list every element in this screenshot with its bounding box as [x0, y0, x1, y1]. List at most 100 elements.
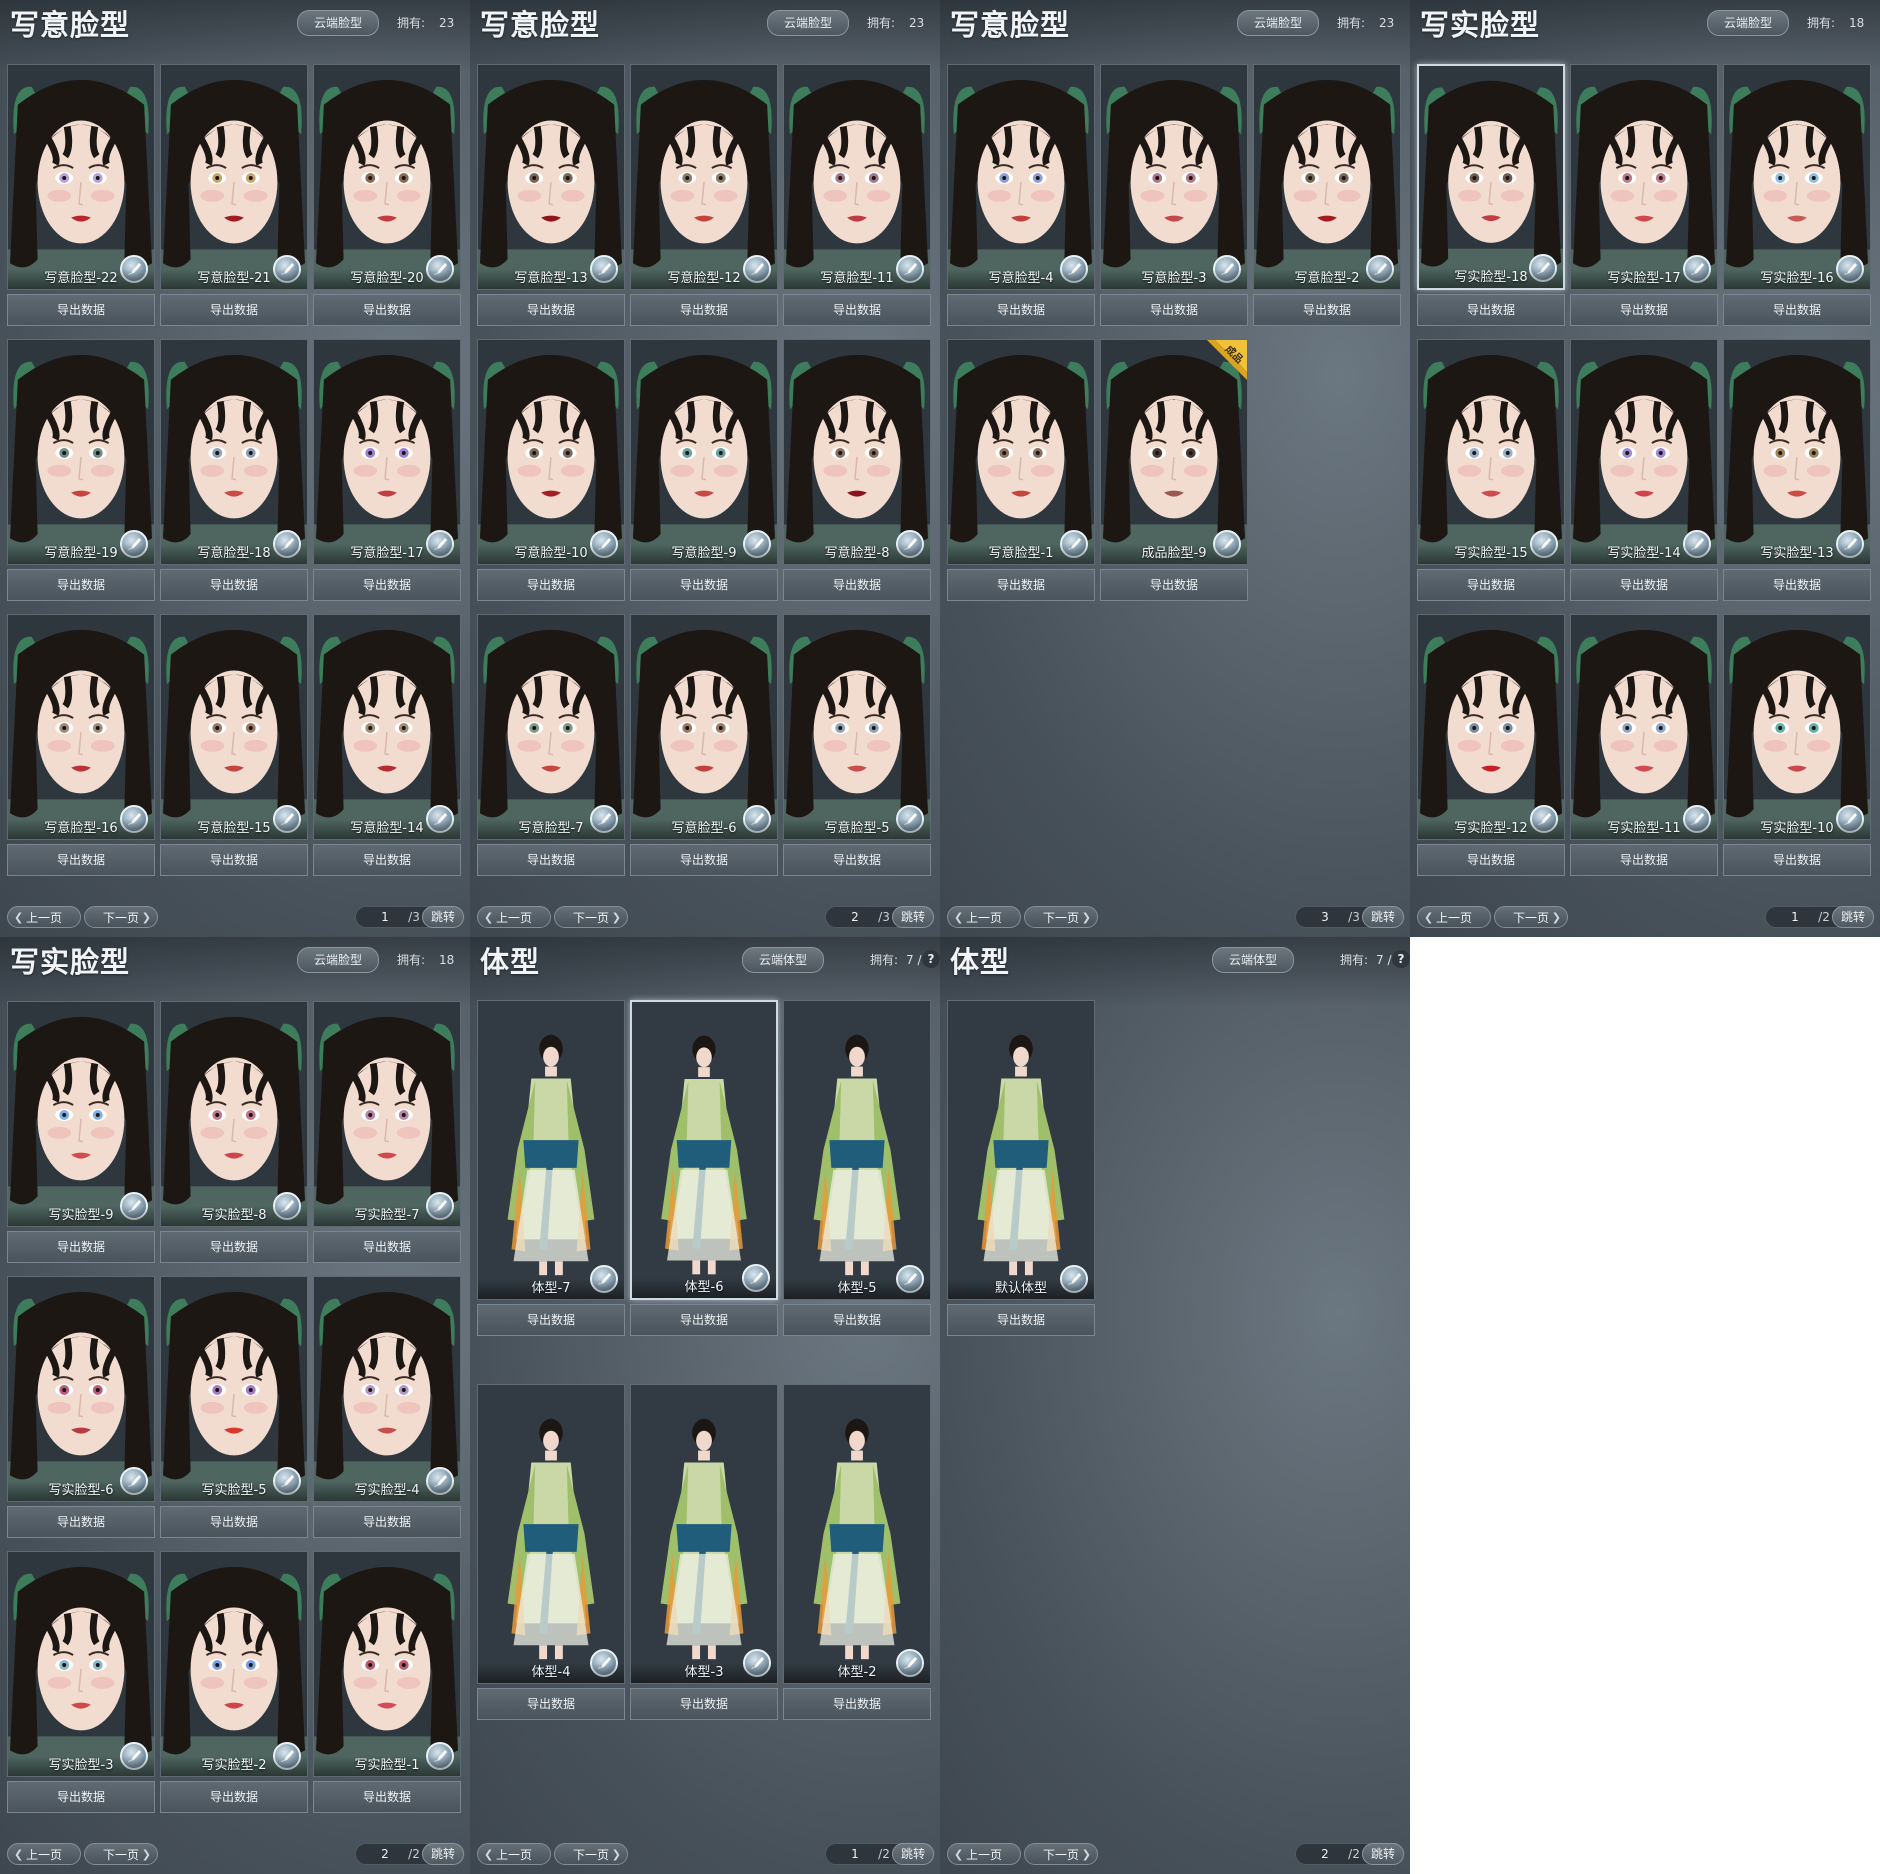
jump-button[interactable]: 跳转: [1362, 1843, 1404, 1865]
face-preset-card[interactable]: 写意脸型-10: [477, 339, 625, 565]
face-preset-card[interactable]: 写意脸型-17: [313, 339, 461, 565]
body-preset-card[interactable]: 体型-4: [477, 1384, 625, 1684]
export-data-button[interactable]: 导出数据: [7, 1781, 155, 1813]
next-page-button[interactable]: 下一页 ❯: [84, 1843, 158, 1865]
face-preset-card[interactable]: 写实脸型-15: [1417, 339, 1565, 565]
cloud-preset-button[interactable]: 云端脸型: [767, 10, 850, 36]
page-number-input[interactable]: 2: [836, 907, 874, 927]
prev-page-button[interactable]: ❮ 上一页: [947, 906, 1021, 928]
cloud-preset-button[interactable]: 云端脸型: [1707, 10, 1790, 36]
cloud-preset-button[interactable]: 云端脸型: [297, 947, 380, 973]
face-preset-card[interactable]: 写实脸型-7: [313, 1001, 461, 1227]
export-data-button[interactable]: 导出数据: [7, 294, 155, 326]
export-data-button[interactable]: 导出数据: [1100, 569, 1248, 601]
jump-button[interactable]: 跳转: [422, 1843, 464, 1865]
cloud-preset-button[interactable]: 云端体型: [1212, 947, 1295, 973]
export-data-button[interactable]: 导出数据: [313, 294, 461, 326]
export-data-button[interactable]: 导出数据: [477, 1688, 625, 1720]
export-data-button[interactable]: 导出数据: [1253, 294, 1401, 326]
face-preset-card[interactable]: 写意脸型-18: [160, 339, 308, 565]
help-icon[interactable]: ?: [1392, 950, 1410, 968]
face-preset-card[interactable]: 写意脸型-14: [313, 614, 461, 840]
face-preset-card[interactable]: 写实脸型-2: [160, 1551, 308, 1777]
face-preset-card[interactable]: 写实脸型-12: [1417, 614, 1565, 840]
face-preset-card[interactable]: 写实脸型-5: [160, 1276, 308, 1502]
face-preset-card[interactable]: 写实脸型-8: [160, 1001, 308, 1227]
cloud-preset-button[interactable]: 云端体型: [742, 947, 825, 973]
jump-button[interactable]: 跳转: [1832, 906, 1874, 928]
body-preset-card[interactable]: 体型-3: [630, 1384, 778, 1684]
face-preset-card[interactable]: 写意脸型-3: [1100, 64, 1248, 290]
page-number-input[interactable]: 2: [1306, 1844, 1344, 1864]
face-preset-card[interactable]: 写实脸型-11: [1570, 614, 1718, 840]
face-preset-card[interactable]: 写意脸型-13: [477, 64, 625, 290]
face-preset-card[interactable]: 写实脸型-3: [7, 1551, 155, 1777]
export-data-button[interactable]: 导出数据: [1100, 294, 1248, 326]
page-number-input[interactable]: 3: [1306, 907, 1344, 927]
export-data-button[interactable]: 导出数据: [160, 1231, 308, 1263]
face-preset-card[interactable]: 写实脸型-6: [7, 1276, 155, 1502]
export-data-button[interactable]: 导出数据: [783, 569, 931, 601]
face-preset-card[interactable]: 写意脸型-11: [783, 64, 931, 290]
export-data-button[interactable]: 导出数据: [947, 1304, 1095, 1336]
prev-page-button[interactable]: ❮ 上一页: [7, 1843, 81, 1865]
export-data-button[interactable]: 导出数据: [947, 569, 1095, 601]
face-preset-card[interactable]: 写意脸型-8: [783, 339, 931, 565]
body-preset-card[interactable]: 体型-6: [630, 1000, 778, 1300]
export-data-button[interactable]: 导出数据: [783, 1304, 931, 1336]
prev-page-button[interactable]: ❮ 上一页: [947, 1843, 1021, 1865]
face-preset-card[interactable]: 写实脸型-14: [1570, 339, 1718, 565]
body-preset-card[interactable]: 默认体型: [947, 1000, 1095, 1300]
help-icon[interactable]: ?: [922, 950, 940, 968]
export-data-button[interactable]: 导出数据: [477, 844, 625, 876]
prev-page-button[interactable]: ❮ 上一页: [7, 906, 81, 928]
export-data-button[interactable]: 导出数据: [1570, 844, 1718, 876]
export-data-button[interactable]: 导出数据: [1570, 569, 1718, 601]
next-page-button[interactable]: 下一页 ❯: [1494, 906, 1568, 928]
export-data-button[interactable]: 导出数据: [630, 1304, 778, 1336]
prev-page-button[interactable]: ❮ 上一页: [477, 1843, 551, 1865]
export-data-button[interactable]: 导出数据: [1417, 294, 1565, 326]
face-preset-card[interactable]: 写实脸型-1: [313, 1551, 461, 1777]
export-data-button[interactable]: 导出数据: [160, 844, 308, 876]
export-data-button[interactable]: 导出数据: [313, 1231, 461, 1263]
jump-button[interactable]: 跳转: [1362, 906, 1404, 928]
face-preset-card[interactable]: 写意脸型-20: [313, 64, 461, 290]
export-data-button[interactable]: 导出数据: [1723, 294, 1871, 326]
face-preset-card[interactable]: 写实脸型-17: [1570, 64, 1718, 290]
face-preset-card[interactable]: 写实脸型-13: [1723, 339, 1871, 565]
export-data-button[interactable]: 导出数据: [477, 569, 625, 601]
export-data-button[interactable]: 导出数据: [783, 844, 931, 876]
body-preset-card[interactable]: 体型-5: [783, 1000, 931, 1300]
face-preset-card[interactable]: 写实脸型-4: [313, 1276, 461, 1502]
export-data-button[interactable]: 导出数据: [7, 1506, 155, 1538]
face-preset-card[interactable]: 写意脸型-19: [7, 339, 155, 565]
face-preset-card[interactable]: 写实脸型-10: [1723, 614, 1871, 840]
page-number-input[interactable]: 2: [366, 1844, 404, 1864]
export-data-button[interactable]: 导出数据: [160, 1506, 308, 1538]
face-preset-card[interactable]: 写意脸型-2: [1253, 64, 1401, 290]
face-preset-card[interactable]: 写实脸型-9: [7, 1001, 155, 1227]
face-preset-card[interactable]: 写意脸型-16: [7, 614, 155, 840]
face-preset-card[interactable]: 写意脸型-5: [783, 614, 931, 840]
export-data-button[interactable]: 导出数据: [1723, 844, 1871, 876]
export-data-button[interactable]: 导出数据: [1723, 569, 1871, 601]
face-preset-card[interactable]: 写意脸型-15: [160, 614, 308, 840]
face-preset-card[interactable]: 写意脸型-21: [160, 64, 308, 290]
export-data-button[interactable]: 导出数据: [630, 1688, 778, 1720]
export-data-button[interactable]: 导出数据: [7, 569, 155, 601]
cloud-preset-button[interactable]: 云端脸型: [1237, 10, 1320, 36]
next-page-button[interactable]: 下一页 ❯: [554, 1843, 628, 1865]
export-data-button[interactable]: 导出数据: [1417, 569, 1565, 601]
page-number-input[interactable]: 1: [366, 907, 404, 927]
export-data-button[interactable]: 导出数据: [1570, 294, 1718, 326]
page-number-input[interactable]: 1: [836, 1844, 874, 1864]
face-preset-card[interactable]: 写实脸型-18: [1417, 64, 1565, 290]
body-preset-card[interactable]: 体型-7: [477, 1000, 625, 1300]
export-data-button[interactable]: 导出数据: [477, 1304, 625, 1336]
face-preset-card[interactable]: 写意脸型-4: [947, 64, 1095, 290]
face-preset-card[interactable]: 写实脸型-16: [1723, 64, 1871, 290]
face-preset-card[interactable]: 写意脸型-22: [7, 64, 155, 290]
export-data-button[interactable]: 导出数据: [160, 294, 308, 326]
export-data-button[interactable]: 导出数据: [630, 294, 778, 326]
